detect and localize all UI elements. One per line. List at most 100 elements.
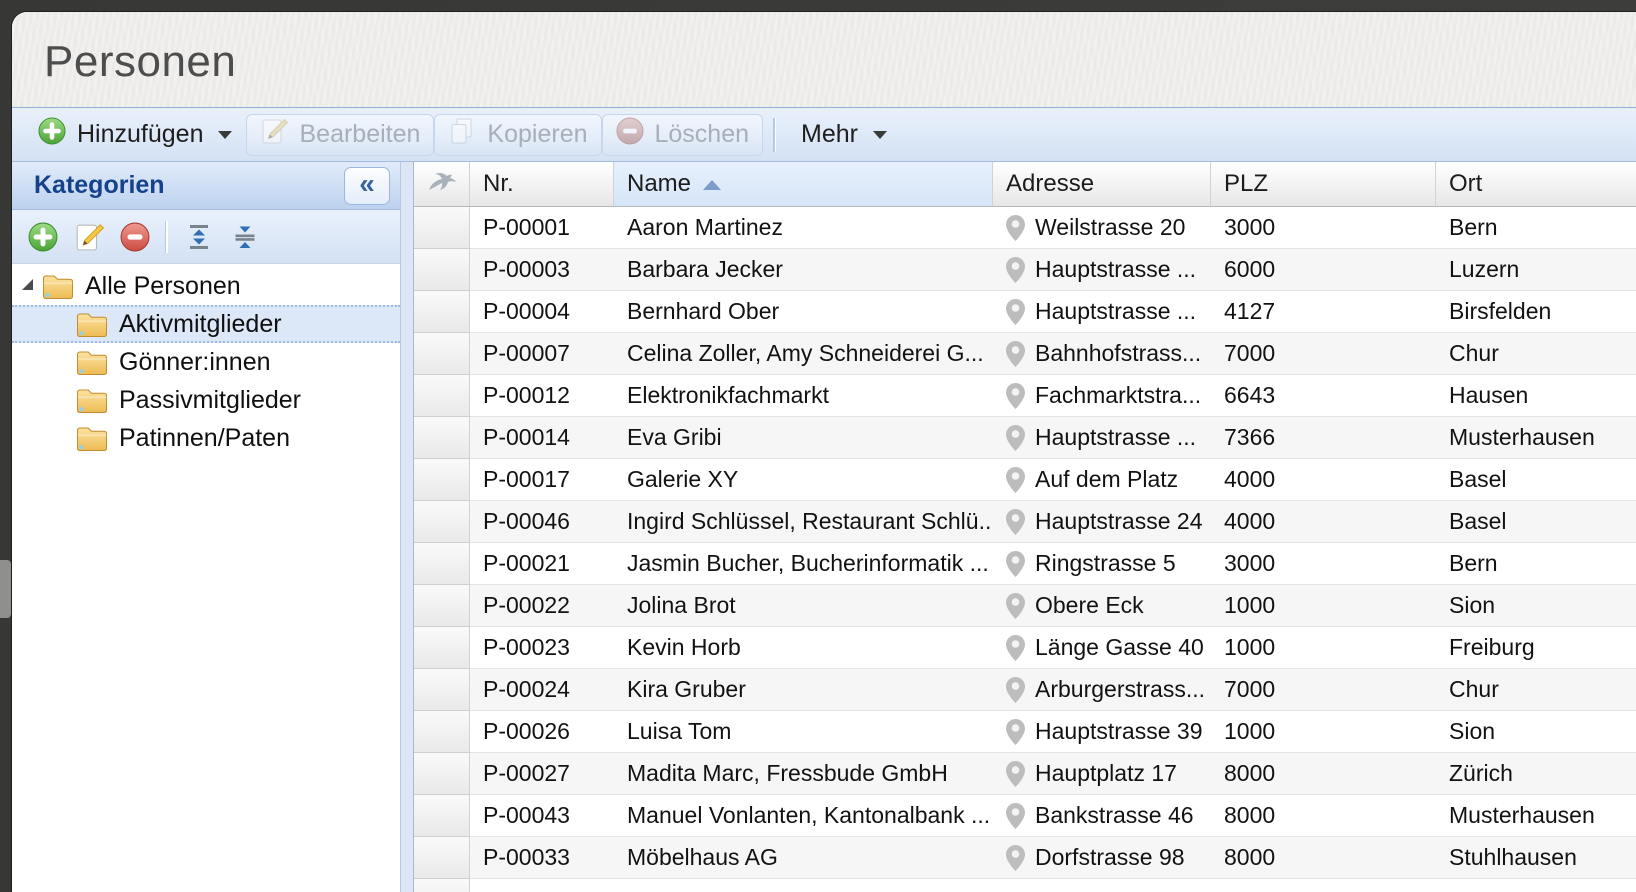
- row-drag-handle[interactable]: [414, 333, 470, 375]
- location-pin-icon[interactable]: [1006, 299, 1025, 325]
- collapse-all-button[interactable]: [230, 222, 260, 252]
- chevron-down-icon: [218, 131, 232, 139]
- sidebar-item-passivmitglieder[interactable]: Passivmitglieder: [12, 381, 400, 419]
- table-row[interactable]: P-00017Galerie XY Auf dem Platz4000Basel: [414, 459, 1636, 501]
- column-header-nr[interactable]: Nr.: [470, 162, 614, 206]
- tree-item-label: Gönner:innen: [119, 348, 271, 377]
- table-row[interactable]: P-00001Aaron Martinez Weilstrasse 203000…: [414, 207, 1636, 249]
- cell-adresse: Ringstrasse 5: [993, 543, 1211, 584]
- location-pin-icon[interactable]: [1006, 845, 1025, 871]
- edit-category-button[interactable]: [74, 222, 104, 252]
- cell-nr: P-00017: [470, 459, 614, 500]
- table-row[interactable]: P-00046Ingird Schlüssel, Restaurant Schl…: [414, 501, 1636, 543]
- add-category-button[interactable]: [28, 222, 58, 252]
- cell-nr: P-00021: [470, 543, 614, 584]
- row-drag-handle[interactable]: [414, 501, 470, 543]
- location-pin-icon[interactable]: [1006, 425, 1025, 451]
- row-drag-handle[interactable]: [414, 543, 470, 585]
- cell-ort: Chur: [1436, 669, 1636, 710]
- cell-ort: Bern: [1436, 543, 1636, 584]
- address-text: Hauptstrasse 39: [1035, 718, 1202, 745]
- expand-all-button[interactable]: [184, 222, 214, 252]
- row-drag-handle[interactable]: [414, 417, 470, 459]
- location-pin-icon[interactable]: [1006, 509, 1025, 535]
- table-row[interactable]: P-00014Eva Gribi Hauptstrasse ...7366Mus…: [414, 417, 1636, 459]
- table-row[interactable]: P-00021Jasmin Bucher, Bucherinformatik .…: [414, 543, 1636, 585]
- panel-splitter[interactable]: [400, 162, 414, 892]
- copy-button[interactable]: Kopieren: [434, 114, 601, 156]
- row-drag-handle[interactable]: [414, 879, 470, 892]
- location-pin-icon[interactable]: [1006, 257, 1025, 283]
- add-button[interactable]: Hinzufügen: [24, 114, 246, 156]
- location-pin-icon[interactable]: [1006, 635, 1025, 661]
- cell-plz: 3000: [1211, 207, 1436, 248]
- table-row[interactable]: P-00026Luisa Tom Hauptstrasse 391000Sion: [414, 711, 1636, 753]
- address-text: Ringstrasse 5: [1035, 550, 1176, 577]
- row-drag-handle[interactable]: [414, 249, 470, 291]
- more-button[interactable]: Mehr: [787, 114, 901, 156]
- row-drag-handle[interactable]: [414, 585, 470, 627]
- table-row[interactable]: P-00003Barbara Jecker Hauptstrasse ...60…: [414, 249, 1636, 291]
- delete-button[interactable]: Löschen: [602, 114, 764, 156]
- column-header-name[interactable]: Name: [614, 162, 993, 206]
- cell-plz: 4127: [1211, 291, 1436, 332]
- location-pin-icon[interactable]: [1006, 215, 1025, 241]
- edit-button[interactable]: Bearbeiten: [246, 114, 434, 156]
- cell-ort: Musterhausen: [1436, 795, 1636, 836]
- content-area: Kategorien «: [12, 162, 1636, 892]
- tree-item-alle-personen[interactable]: Alle Personen: [12, 267, 400, 305]
- sidebar-item-aktivmitglieder[interactable]: Aktivmitglieder: [12, 305, 400, 343]
- table-row[interactable]: P-00024Kira Gruber Arburgerstrass...7000…: [414, 669, 1636, 711]
- edit-pencil-icon: [260, 117, 288, 152]
- row-drag-handle[interactable]: [414, 375, 470, 417]
- row-drag-handle[interactable]: [414, 753, 470, 795]
- cell-nr: P-00023: [470, 627, 614, 668]
- cell-plz: 8000: [1211, 837, 1436, 878]
- sidebar-item-goenner-innen[interactable]: Gönner:innen: [12, 343, 400, 381]
- row-drag-handle[interactable]: [414, 837, 470, 879]
- cell-adresse: Weilstrasse 20: [993, 207, 1211, 248]
- sidebar-item-patinnen-paten[interactable]: Patinnen/Paten: [12, 419, 400, 457]
- location-pin-icon[interactable]: [1006, 761, 1025, 787]
- location-pin-icon[interactable]: [1006, 467, 1025, 493]
- cell-name: Ingird Schlüssel, Restaurant Schlü...: [614, 501, 993, 542]
- table-row[interactable]: P-00023Kevin Horb Länge Gasse 401000Frei…: [414, 627, 1636, 669]
- row-drag-handle[interactable]: [414, 795, 470, 837]
- row-drag-handle[interactable]: [414, 669, 470, 711]
- table-row[interactable]: P-00027Madita Marc, Fressbude GmbH Haupt…: [414, 753, 1636, 795]
- table-row[interactable]: P-00033Möbelhaus AG Dorfstrasse 988000St…: [414, 837, 1636, 879]
- column-header-plz[interactable]: PLZ: [1211, 162, 1436, 206]
- tree-expander-icon[interactable]: [22, 279, 33, 290]
- location-pin-icon[interactable]: [1006, 803, 1025, 829]
- cell-plz: 6643: [1211, 375, 1436, 416]
- column-header-ort[interactable]: Ort: [1436, 162, 1636, 206]
- location-pin-icon[interactable]: [1006, 383, 1025, 409]
- table-row[interactable]: P-00012Elektronikfachmarkt Fachmarktstra…: [414, 375, 1636, 417]
- table-row[interactable]: P-00043Manuel Vonlanten, Kantonalbank ..…: [414, 795, 1636, 837]
- remove-circle-icon: [616, 117, 644, 152]
- table-row[interactable]: P-00007Celina Zoller, Amy Schneiderei G.…: [414, 333, 1636, 375]
- location-pin-icon[interactable]: [1006, 719, 1025, 745]
- table-row[interactable]: P-00004Bernhard Ober Hauptstrasse ...412…: [414, 291, 1636, 333]
- row-drag-handle[interactable]: [414, 459, 470, 501]
- table-row[interactable]: [414, 879, 1636, 892]
- row-drag-handle[interactable]: [414, 207, 470, 249]
- location-pin-icon[interactable]: [1006, 551, 1025, 577]
- column-header-handle[interactable]: [414, 162, 470, 206]
- row-drag-handle[interactable]: [414, 711, 470, 753]
- categories-toolbar: [12, 210, 400, 264]
- row-drag-handle[interactable]: [414, 291, 470, 333]
- delete-category-button[interactable]: [120, 222, 150, 252]
- column-header-adresse[interactable]: Adresse: [993, 162, 1211, 206]
- location-pin-icon[interactable]: [1006, 677, 1025, 703]
- column-label: Adresse: [1006, 170, 1094, 198]
- location-pin-icon[interactable]: [1006, 593, 1025, 619]
- column-label: Name: [627, 170, 691, 198]
- folder-icon: [76, 349, 108, 376]
- location-pin-icon[interactable]: [1006, 341, 1025, 367]
- categories-title: Kategorien: [34, 171, 165, 200]
- collapse-panel-button[interactable]: «: [344, 167, 390, 205]
- row-drag-handle[interactable]: [414, 627, 470, 669]
- bird-icon: [425, 168, 459, 201]
- table-row[interactable]: P-00022Jolina Brot Obere Eck1000Sion: [414, 585, 1636, 627]
